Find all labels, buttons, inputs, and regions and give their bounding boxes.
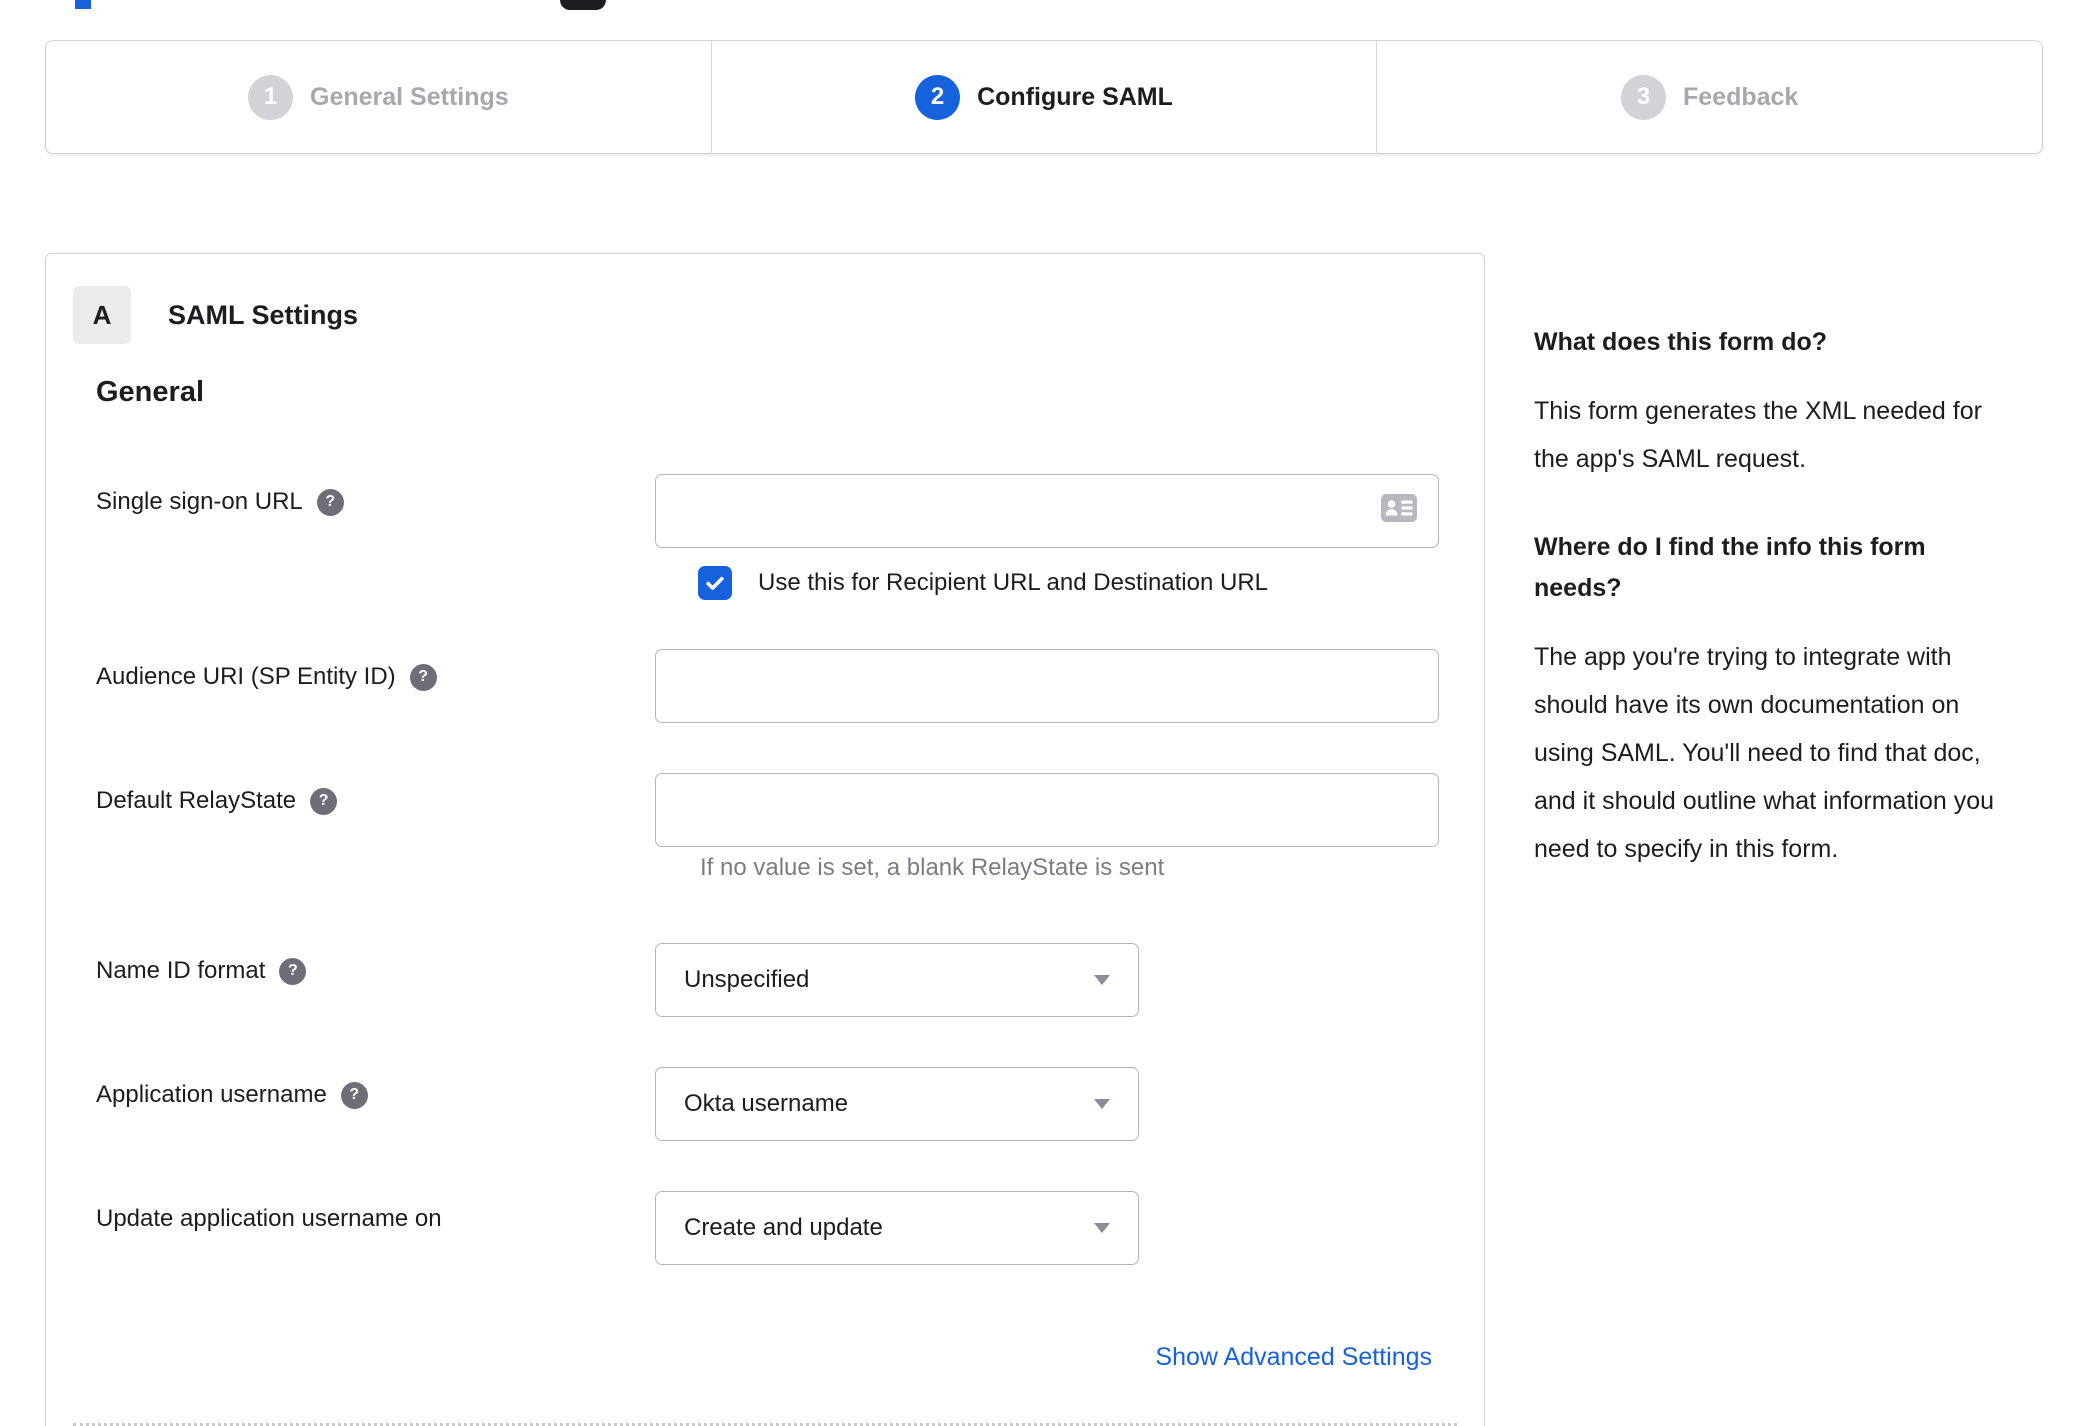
update-username-label: Update application username on <box>96 1203 442 1235</box>
relaystate-label: Default RelayState ? <box>96 785 338 817</box>
sidebar-paragraph-where: The app you're trying to integrate with … <box>1534 643 1995 863</box>
recipient-url-checkbox-row: Use this for Recipient URL and Destinati… <box>698 566 1268 600</box>
saml-settings-panel: A SAML Settings General Single sign-on U… <box>45 253 1485 1426</box>
panel-title: SAML Settings <box>168 299 359 330</box>
okta-saml-setup-screen: 1 General Settings 2 Configure SAML 3 Fe… <box>0 0 2092 1426</box>
sso-url-label: Single sign-on URL ? <box>96 486 344 518</box>
show-advanced-settings-link[interactable]: Show Advanced Settings <box>1155 1343 1432 1372</box>
help-icon[interactable]: ? <box>316 488 344 516</box>
checkmark-icon <box>706 576 724 590</box>
help-icon[interactable]: ? <box>279 957 307 985</box>
relaystate-input-wrap <box>655 773 1439 847</box>
step-configure-saml[interactable]: 2 Configure SAML <box>710 41 1377 153</box>
update-username-value: Create and update <box>684 1214 883 1241</box>
general-section-heading: General <box>96 376 204 408</box>
step-1-badge: 1 <box>248 74 293 120</box>
application-username-label: Application username ? <box>96 1079 368 1111</box>
audience-uri-input[interactable] <box>655 649 1439 723</box>
update-username-select[interactable]: Create and update <box>655 1191 1139 1265</box>
application-username-value: Okta username <box>684 1090 849 1117</box>
update-username-label-text: Update application username on <box>96 1205 442 1232</box>
help-icon[interactable]: ? <box>340 1081 368 1109</box>
audience-uri-label: Audience URI (SP Entity ID) ? <box>96 661 437 693</box>
application-username-label-text: Application username <box>96 1081 327 1108</box>
sso-url-label-text: Single sign-on URL <box>96 488 303 515</box>
recipient-url-checkbox[interactable] <box>698 566 732 600</box>
name-id-format-label: Name ID format ? <box>96 955 307 987</box>
help-sidebar: What does this form do? This form genera… <box>1534 322 1994 917</box>
section-a-badge: A <box>73 286 131 344</box>
cutoff-artifact-blue <box>75 0 91 9</box>
chevron-down-icon <box>1094 975 1110 985</box>
step-2-label: Configure SAML <box>977 82 1173 111</box>
help-icon[interactable]: ? <box>409 663 437 691</box>
relaystate-input[interactable] <box>655 773 1439 847</box>
step-3-badge: 3 <box>1621 74 1666 120</box>
application-username-select[interactable]: Okta username <box>655 1067 1139 1141</box>
recipient-url-checkbox-label: Use this for Recipient URL and Destinati… <box>758 569 1269 596</box>
audience-uri-label-text: Audience URI (SP Entity ID) <box>96 663 396 690</box>
audience-uri-input-wrap <box>655 649 1439 723</box>
sidebar-heading-what: What does this form do? <box>1534 328 1828 356</box>
cutoff-artifact-dark <box>560 0 606 10</box>
help-icon[interactable]: ? <box>310 787 338 815</box>
name-id-format-select[interactable]: Unspecified <box>655 943 1139 1017</box>
sidebar-heading-where: Where do I find the info this form needs… <box>1534 533 1926 602</box>
sso-url-input[interactable] <box>655 474 1439 548</box>
chevron-down-icon <box>1094 1099 1110 1109</box>
chevron-down-icon <box>1094 1223 1110 1233</box>
step-2-badge: 2 <box>915 74 961 120</box>
wizard-stepper: 1 General Settings 2 Configure SAML 3 Fe… <box>45 40 2043 154</box>
step-feedback[interactable]: 3 Feedback <box>1376 41 2042 153</box>
step-general-settings[interactable]: 1 General Settings <box>46 41 711 153</box>
name-id-format-label-text: Name ID format <box>96 957 266 984</box>
sidebar-paragraph-what: This form generates the XML needed for t… <box>1534 397 1982 473</box>
relaystate-label-text: Default RelayState <box>96 787 297 814</box>
name-id-format-value: Unspecified <box>684 966 810 993</box>
step-3-label: Feedback <box>1683 82 1799 111</box>
panel-header: A SAML Settings <box>73 286 358 344</box>
sso-url-input-wrap <box>655 474 1439 548</box>
relaystate-hint: If no value is set, a blank RelayState i… <box>700 854 1165 881</box>
step-1-label: General Settings <box>310 82 509 111</box>
